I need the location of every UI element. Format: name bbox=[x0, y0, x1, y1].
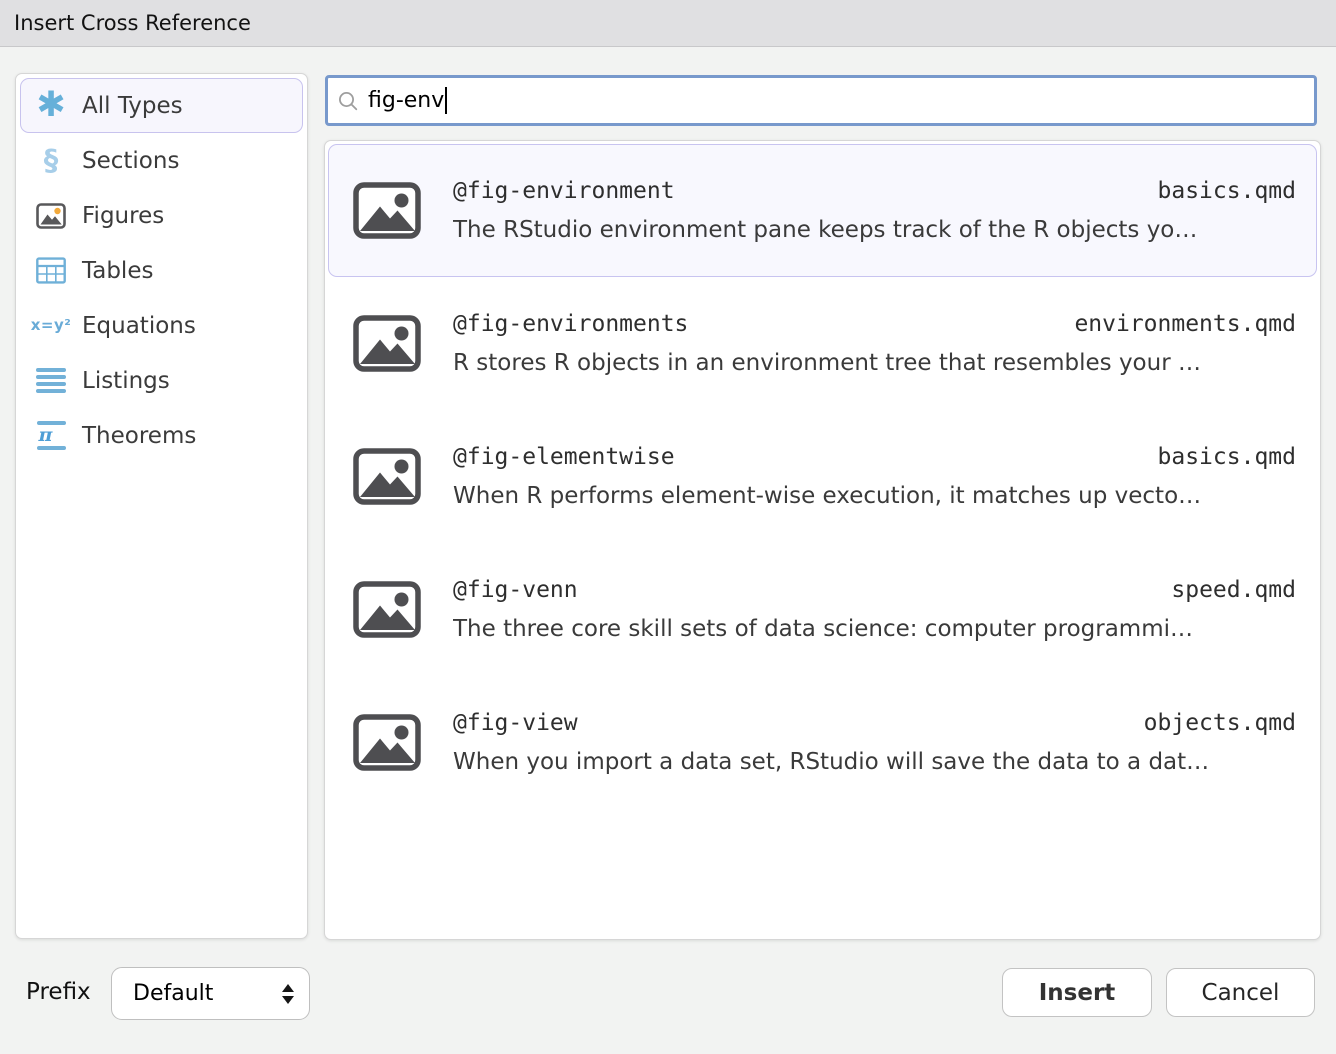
result-text: @fig-environment basics.qmd The RStudio … bbox=[453, 178, 1296, 243]
result-text: @fig-environments environments.qmd R sto… bbox=[453, 311, 1296, 376]
section-icon: § bbox=[29, 146, 73, 175]
image-icon bbox=[353, 315, 421, 372]
result-text: @fig-view objects.qmd When you import a … bbox=[453, 710, 1296, 775]
sidebar-item-equations[interactable]: x=y² Equations bbox=[20, 298, 303, 353]
result-ref: @fig-elementwise bbox=[453, 444, 675, 470]
sidebar-item-label: Theorems bbox=[82, 423, 196, 449]
result-description: When R performs element-wise execution, … bbox=[453, 483, 1296, 509]
results-list: @fig-environment basics.qmd The RStudio … bbox=[324, 140, 1321, 940]
sidebar-item-label: Sections bbox=[82, 148, 179, 174]
prefix-select[interactable]: Default bbox=[111, 967, 310, 1020]
sidebar-item-tables[interactable]: Tables bbox=[20, 243, 303, 298]
dialog-title: Insert Cross Reference bbox=[14, 11, 251, 35]
insert-button[interactable]: Insert bbox=[1002, 968, 1152, 1017]
result-row[interactable]: @fig-elementwise basics.qmd When R perfo… bbox=[328, 410, 1317, 543]
type-filter-sidebar: ✱ All Types § Sections Figures Tables x=… bbox=[15, 73, 308, 939]
sidebar-item-theorems[interactable]: π Theorems bbox=[20, 408, 303, 463]
result-description: R stores R objects in an environment tre… bbox=[453, 350, 1296, 376]
image-icon bbox=[353, 182, 421, 239]
equation-icon: x=y² bbox=[29, 318, 73, 333]
asterisk-icon: ✱ bbox=[29, 88, 73, 123]
result-ref: @fig-view bbox=[453, 710, 578, 736]
cancel-button[interactable]: Cancel bbox=[1166, 968, 1315, 1017]
dialog-titlebar: Insert Cross Reference bbox=[0, 0, 1336, 47]
result-ref: @fig-venn bbox=[453, 577, 578, 603]
search-query-text: fig-env bbox=[368, 88, 444, 113]
result-file: objects.qmd bbox=[1144, 710, 1296, 736]
sidebar-item-listings[interactable]: Listings bbox=[20, 353, 303, 408]
sidebar-item-label: Listings bbox=[82, 368, 170, 394]
result-row[interactable]: @fig-environments environments.qmd R sto… bbox=[328, 277, 1317, 410]
result-file: basics.qmd bbox=[1158, 178, 1296, 204]
result-text: @fig-venn speed.qmd The three core skill… bbox=[453, 577, 1296, 642]
text-caret bbox=[445, 87, 447, 114]
result-row[interactable]: @fig-environment basics.qmd The RStudio … bbox=[328, 144, 1317, 277]
image-icon bbox=[353, 714, 421, 771]
listing-icon bbox=[29, 368, 73, 393]
result-file: speed.qmd bbox=[1171, 577, 1296, 603]
select-arrows-icon bbox=[282, 984, 294, 1004]
image-icon bbox=[353, 448, 421, 505]
result-file: environments.qmd bbox=[1074, 311, 1296, 337]
result-ref: @fig-environment bbox=[453, 178, 675, 204]
search-icon bbox=[337, 90, 359, 112]
result-text: @fig-elementwise basics.qmd When R perfo… bbox=[453, 444, 1296, 509]
result-description: The three core skill sets of data scienc… bbox=[453, 616, 1296, 642]
sidebar-item-label: Tables bbox=[82, 258, 153, 284]
result-row[interactable]: @fig-view objects.qmd When you import a … bbox=[328, 676, 1317, 809]
prefix-select-value: Default bbox=[133, 981, 282, 1006]
sidebar-item-sections[interactable]: § Sections bbox=[20, 133, 303, 188]
theorem-icon: π bbox=[29, 421, 73, 450]
sidebar-item-label: All Types bbox=[82, 93, 183, 119]
figure-icon bbox=[29, 203, 73, 229]
sidebar-item-figures[interactable]: Figures bbox=[20, 188, 303, 243]
sidebar-item-label: Equations bbox=[82, 313, 196, 339]
sidebar-item-label: Figures bbox=[82, 203, 164, 229]
search-input[interactable]: fig-env bbox=[325, 75, 1317, 126]
result-file: basics.qmd bbox=[1158, 444, 1296, 470]
prefix-label: Prefix bbox=[26, 979, 91, 1005]
table-icon bbox=[29, 257, 73, 284]
result-description: When you import a data set, RStudio will… bbox=[453, 749, 1296, 775]
result-row[interactable]: @fig-venn speed.qmd The three core skill… bbox=[328, 543, 1317, 676]
image-icon bbox=[353, 581, 421, 638]
result-description: The RStudio environment pane keeps track… bbox=[453, 217, 1296, 243]
result-ref: @fig-environments bbox=[453, 311, 688, 337]
sidebar-item-all-types[interactable]: ✱ All Types bbox=[20, 78, 303, 133]
